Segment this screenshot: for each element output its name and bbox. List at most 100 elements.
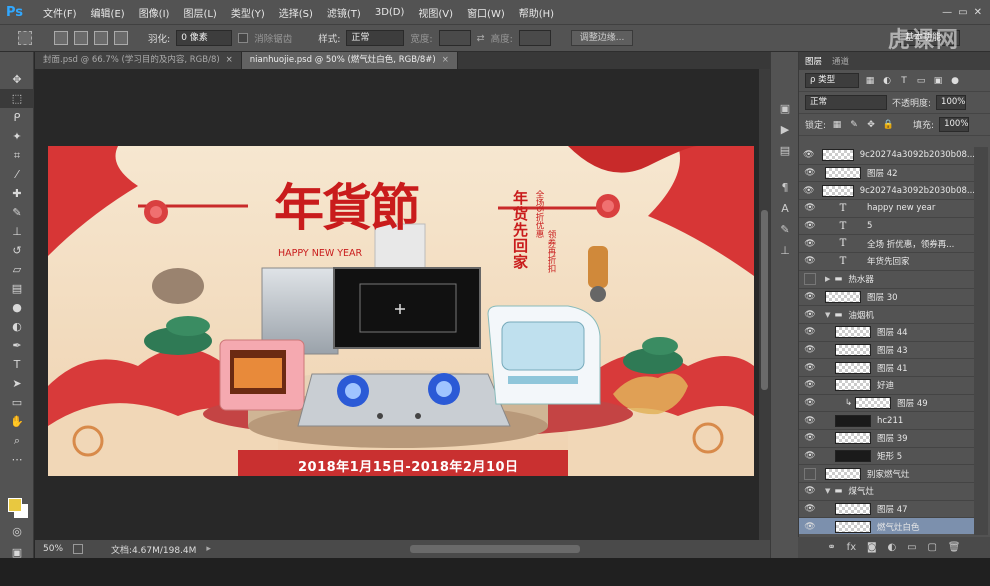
layer-row[interactable]: 👁 hc211	[799, 412, 975, 430]
brush-icon[interactable]: ✎	[0, 203, 34, 222]
maximize-button[interactable]: ▭	[958, 7, 967, 18]
layer-row[interactable]: 👁 T 5	[799, 217, 975, 236]
eraser-icon[interactable]: ▱	[0, 260, 34, 279]
layer-row[interactable]: 👁 ▼ ▬ 油烟机	[799, 306, 975, 324]
quick-mask-icon[interactable]: ◎	[0, 522, 34, 541]
horizontal-scroll-thumb[interactable]	[410, 545, 580, 553]
filter-smart-icon[interactable]: ▣	[932, 75, 944, 87]
visibility-eye-icon[interactable]: 👁	[799, 150, 818, 160]
blend-mode-select[interactable]: 正常	[805, 95, 887, 110]
actions-panel-icon[interactable]: ▶	[771, 119, 799, 140]
new-selection-icon[interactable]	[54, 31, 68, 45]
visibility-eye-icon[interactable]: 👁	[799, 310, 821, 320]
layer-row[interactable]: 👁 图层 30	[799, 288, 975, 307]
mask-icon[interactable]: ◙	[867, 542, 877, 553]
filter-pixel-icon[interactable]: ▦	[864, 75, 876, 87]
adjustment-icon[interactable]: ◐	[888, 542, 897, 553]
paragraph-panel-icon[interactable]: ¶	[771, 177, 799, 198]
layer-row[interactable]: 👁 9c20274a3092b2030b08...	[799, 182, 975, 201]
layer-row[interactable]: 👁 图层 44	[799, 323, 975, 342]
path-select-icon[interactable]: ➤	[0, 374, 34, 393]
layer-row[interactable]: ▶ ▬ 热水器	[799, 270, 975, 289]
magic-wand-icon[interactable]: ✦	[0, 127, 34, 146]
dodge-icon[interactable]: ◐	[0, 317, 34, 336]
type-icon[interactable]: T	[0, 355, 34, 374]
gradient-icon[interactable]: ▤	[0, 279, 34, 298]
tab-channels[interactable]: 通道	[832, 55, 849, 67]
menu-view[interactable]: 视图(V)	[411, 5, 460, 20]
refine-edge-button[interactable]: 调整边缘...	[570, 30, 634, 46]
hand-icon[interactable]: ✋	[0, 412, 34, 431]
chevron-down-icon[interactable]: ▼	[825, 311, 830, 319]
tab-nianhuojie[interactable]: nianhuojie.psd @ 50% (燃气灶白色, RGB/8#) ×	[241, 52, 458, 69]
fill-input[interactable]: 100%	[939, 117, 970, 132]
visibility-eye-icon[interactable]: 👁	[799, 345, 821, 355]
menu-3d[interactable]: 3D(D)	[368, 7, 412, 18]
more-tools-icon[interactable]: ⋯	[0, 450, 34, 469]
fx-icon[interactable]: fx	[847, 542, 856, 553]
layer-row[interactable]: 👁 图层 47	[799, 500, 975, 519]
feather-input[interactable]: 0 像素	[176, 30, 233, 46]
move-icon[interactable]: ✥	[0, 70, 34, 89]
layer-row[interactable]: 别家燃气灶	[799, 465, 975, 484]
layer-row[interactable]: 👁 9c20274a3092b2030b08...	[799, 147, 975, 165]
layer-row[interactable]: 👁 矩形 5	[799, 447, 975, 466]
healing-icon[interactable]: ✚	[0, 184, 34, 203]
intersect-selection-icon[interactable]	[114, 31, 128, 45]
close-icon[interactable]: ×	[442, 55, 449, 65]
zoom-icon[interactable]: ⌕	[0, 431, 34, 450]
antialias-checkbox[interactable]	[238, 33, 249, 43]
pen-icon[interactable]: ✒	[0, 336, 34, 355]
close-icon[interactable]: ×	[226, 55, 233, 65]
visibility-eye-icon[interactable]: 👁	[799, 398, 821, 408]
menu-file[interactable]: 文件(F)	[36, 5, 84, 20]
height-input[interactable]	[518, 30, 551, 46]
menu-layer[interactable]: 图层(L)	[176, 5, 223, 20]
opacity-input[interactable]: 100%	[936, 95, 967, 110]
crop-icon[interactable]: ⌗	[0, 146, 34, 165]
layer-row[interactable]: 👁 图层 39	[799, 430, 975, 448]
zoom-level[interactable]: 50%	[43, 544, 63, 554]
tab-cover[interactable]: 封面.psd @ 66.7% (学习目的及内容, RGB/8) ×	[35, 52, 242, 69]
layer-row[interactable]: 👁 Thappy new year	[799, 200, 975, 218]
chevron-down-icon[interactable]: ▼	[825, 487, 830, 495]
visibility-off-icon[interactable]	[804, 273, 816, 286]
link-icon[interactable]: ⚭	[827, 542, 835, 553]
menu-select[interactable]: 选择(S)	[272, 5, 320, 20]
swap-icon[interactable]: ⇄	[477, 33, 485, 44]
lock-move-icon[interactable]: ✥	[865, 119, 877, 131]
menu-window[interactable]: 窗口(W)	[460, 5, 512, 20]
filter-type-icon[interactable]: T	[898, 75, 910, 87]
layer-row[interactable]: 👁 图层 43	[799, 341, 975, 360]
eyedropper-icon[interactable]: ⁄	[0, 165, 34, 184]
visibility-eye-icon[interactable]: 👁	[799, 292, 821, 302]
visibility-off-icon[interactable]	[804, 467, 816, 480]
menu-help[interactable]: 帮助(H)	[512, 5, 561, 20]
tab-layers[interactable]: 图层	[805, 55, 822, 67]
visibility-eye-icon[interactable]: 👁	[799, 522, 821, 532]
visibility-eye-icon[interactable]: 👁	[799, 239, 821, 249]
visibility-eye-icon[interactable]: 👁	[799, 168, 821, 178]
chevron-right-icon[interactable]: ▶	[825, 275, 830, 283]
visibility-eye-icon[interactable]: 👁	[799, 486, 821, 496]
visibility-eye-icon[interactable]: 👁	[799, 363, 821, 373]
properties-panel-icon[interactable]: ▤	[771, 140, 799, 161]
brush-panel-icon[interactable]: ✎	[771, 219, 799, 240]
blur-icon[interactable]: ●	[0, 298, 34, 317]
history-brush-icon[interactable]: ↺	[0, 241, 34, 260]
marquee-tool-preset-icon[interactable]	[18, 31, 32, 45]
visibility-eye-icon[interactable]: 👁	[799, 186, 818, 196]
visibility-eye-icon[interactable]: 👁	[799, 504, 821, 514]
minimize-button[interactable]: —	[942, 7, 952, 18]
new-layer-icon[interactable]: ▢	[927, 542, 936, 553]
menu-edit[interactable]: 编辑(E)	[84, 5, 132, 20]
visibility-eye-icon[interactable]: 👁	[799, 203, 821, 213]
layer-filter-select[interactable]: ρ 类型	[805, 73, 859, 88]
menu-image[interactable]: 图像(I)	[132, 5, 177, 20]
width-input[interactable]	[438, 30, 471, 46]
group-icon[interactable]: ▭	[907, 542, 916, 553]
layer-row[interactable]: 👁 T 全场 折优惠，领券再...	[799, 235, 975, 254]
layer-row[interactable]: 👁 图层 41	[799, 359, 975, 377]
style-select[interactable]: 正常	[346, 30, 405, 46]
vertical-scroll-thumb[interactable]	[761, 210, 768, 390]
